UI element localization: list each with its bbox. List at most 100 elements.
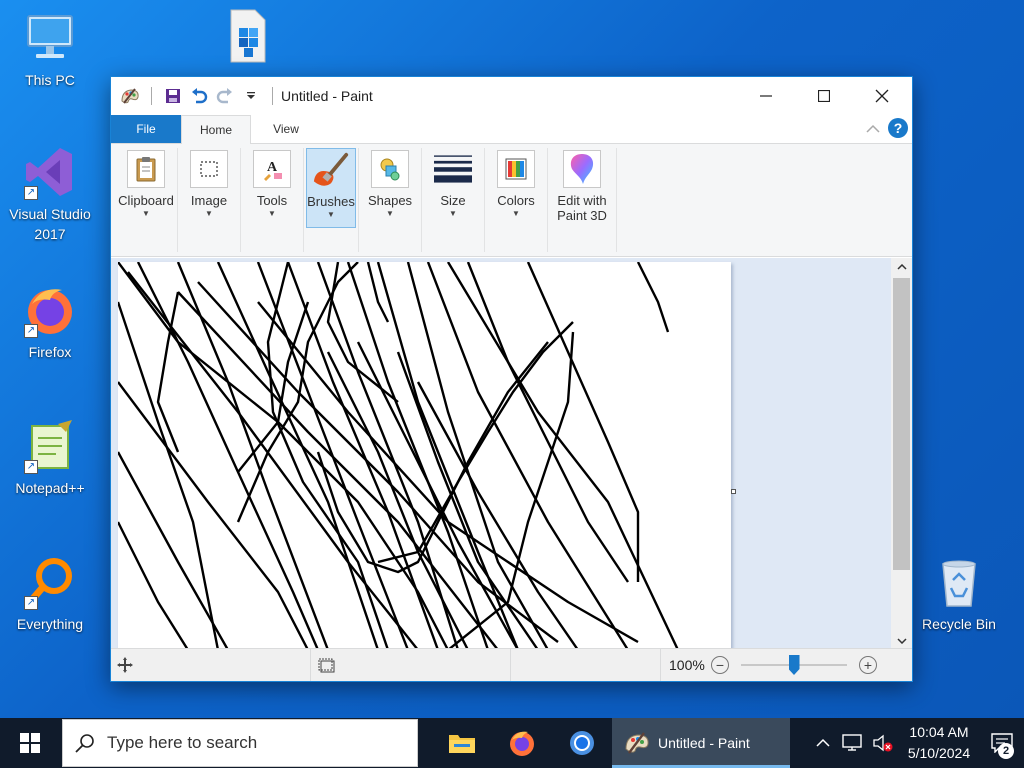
registry-cubes-icon [219,6,275,63]
ribbon-group-clipboard[interactable]: Clipboard ▼ [117,148,175,228]
network-status-button[interactable] [838,718,868,768]
line-size-icon [434,150,472,188]
ribbon-separator [421,148,422,252]
undo-icon[interactable] [188,85,210,107]
ribbon-right-controls: ? [866,118,908,141]
start-button[interactable] [0,718,60,768]
drawing-canvas[interactable] [116,261,731,650]
shortcut-arrow-icon: ↗ [24,186,38,200]
chevron-down-icon: ▼ [142,209,150,218]
chevron-down-icon: ▼ [449,209,457,218]
chevron-down-icon: ▼ [386,209,394,218]
help-icon[interactable]: ? [888,118,908,141]
show-hidden-icons-button[interactable] [808,718,838,768]
tab-view[interactable]: View [251,115,321,143]
ribbon-group-label: Tools [256,193,288,208]
brush-icon [312,151,350,189]
ribbon: Clipboard ▼ Image ▼ A Tools ▼ Brushes ▼ … [111,144,912,257]
ribbon-separator [177,148,178,252]
qat-separator [151,87,152,105]
window-title: Untitled - Paint [281,88,373,104]
action-center-button[interactable]: 2 [980,718,1024,768]
search-placeholder: Type here to search [107,733,258,752]
firefox-icon [510,731,534,756]
select-rectangle-icon [190,150,228,188]
taskbar-file-explorer[interactable] [432,718,492,768]
scroll-up-icon[interactable] [891,258,912,276]
taskbar-clock[interactable]: 10:04 AM 5/10/2024 [898,722,980,764]
paint3d-icon [563,150,601,188]
shortcut-arrow-icon: ↗ [24,324,38,338]
svg-text:A: A [267,160,278,175]
volume-muted-icon [873,734,893,752]
ribbon-group-label: Clipboard [118,193,174,208]
cursor-position-cell [111,649,311,681]
save-icon[interactable] [162,85,184,107]
desktop-icon-recycle-bin[interactable]: Recycle Bin [911,554,1007,634]
ribbon-group-colors[interactable]: Colors ▼ [487,148,545,228]
desktop-icon-visual-studio[interactable]: ↗ Visual Studio 2017 [2,144,98,244]
ribbon-separator [358,148,359,252]
taskbar-search-box[interactable]: Type here to search [62,719,418,767]
ribbon-separator [616,148,617,252]
canvas-workarea[interactable] [111,258,912,650]
ribbon-group-brushes[interactable]: Brushes ▼ [306,148,356,228]
system-tray: 10:04 AM 5/10/2024 2 [808,718,1024,768]
notification-count-badge: 2 [998,743,1014,759]
network-icon [842,734,862,751]
desktop-icon-everything[interactable]: ↗ Everything [2,554,98,634]
scribble-stroke [446,261,680,650]
paint-menu-icon[interactable] [119,85,141,107]
edit-with-paint3d-button[interactable]: Edit with Paint 3D [550,148,614,228]
minimize-button[interactable] [737,77,795,115]
scribble-stroke [216,261,380,650]
taskbar-chrome[interactable] [552,718,612,768]
shortcut-arrow-icon: ↗ [24,596,38,610]
scribble-stroke [116,451,230,650]
ribbon-group-size[interactable]: Size ▼ [424,148,482,228]
ribbon-group-image[interactable]: Image ▼ [180,148,238,228]
zoom-in-button[interactable]: + [859,656,877,674]
ribbon-group-label: Size [440,193,466,208]
zoom-out-button[interactable]: − [711,656,729,674]
maximize-button[interactable] [795,77,853,115]
desktop-icon-registry[interactable] [199,6,295,66]
tab-file[interactable]: File [111,115,181,143]
chevron-down-icon: ▼ [327,210,335,219]
chevron-down-icon: ▼ [268,209,276,218]
taskbar-firefox[interactable] [492,718,552,768]
status-bar: 100% − + [111,648,912,681]
desktop-icon-label: Recycle Bin [922,616,996,632]
ribbon-group-shapes[interactable]: Shapes ▼ [361,148,419,228]
scribble-stroke [447,331,575,650]
scribble-stroke [366,261,390,323]
collapse-ribbon-icon[interactable] [866,122,880,137]
canvas-resize-handle[interactable] [731,489,736,494]
chevron-up-icon [816,738,830,747]
desktop-icon-this-pc[interactable]: This PC [2,10,98,90]
ribbon-separator [240,148,241,252]
title-bar[interactable]: Untitled - Paint [111,77,912,115]
recycle-bin-icon [931,554,987,610]
taskbar: Type here to search Untitled - Paint 10:… [0,718,1024,768]
redo-icon[interactable] [214,85,236,107]
scribble-drawing [116,261,680,650]
volume-button[interactable] [868,718,898,768]
zoom-controls: 100% − + [669,655,877,675]
taskbar-paint-label: Untitled - Paint [658,735,750,751]
taskbar-paint[interactable]: Untitled - Paint [612,718,790,768]
tab-home[interactable]: Home [181,115,251,144]
desktop-icon-label: Firefox [28,344,72,360]
close-icon [875,89,889,103]
desktop-icon-firefox[interactable]: ↗ Firefox [2,282,98,362]
zoom-slider[interactable] [741,655,847,675]
zoom-slider-knob[interactable] [788,655,800,675]
scribble-stroke [396,351,539,650]
windows-logo-icon [20,733,40,753]
scrollbar-thumb[interactable] [893,278,910,570]
ribbon-group-tools[interactable]: A Tools ▼ [243,148,301,228]
desktop-icon-notepadpp[interactable]: ↗ Notepad++ [2,418,98,498]
vertical-scrollbar[interactable] [891,258,912,650]
customize-qat-icon[interactable] [240,85,262,107]
close-button[interactable] [853,77,911,115]
